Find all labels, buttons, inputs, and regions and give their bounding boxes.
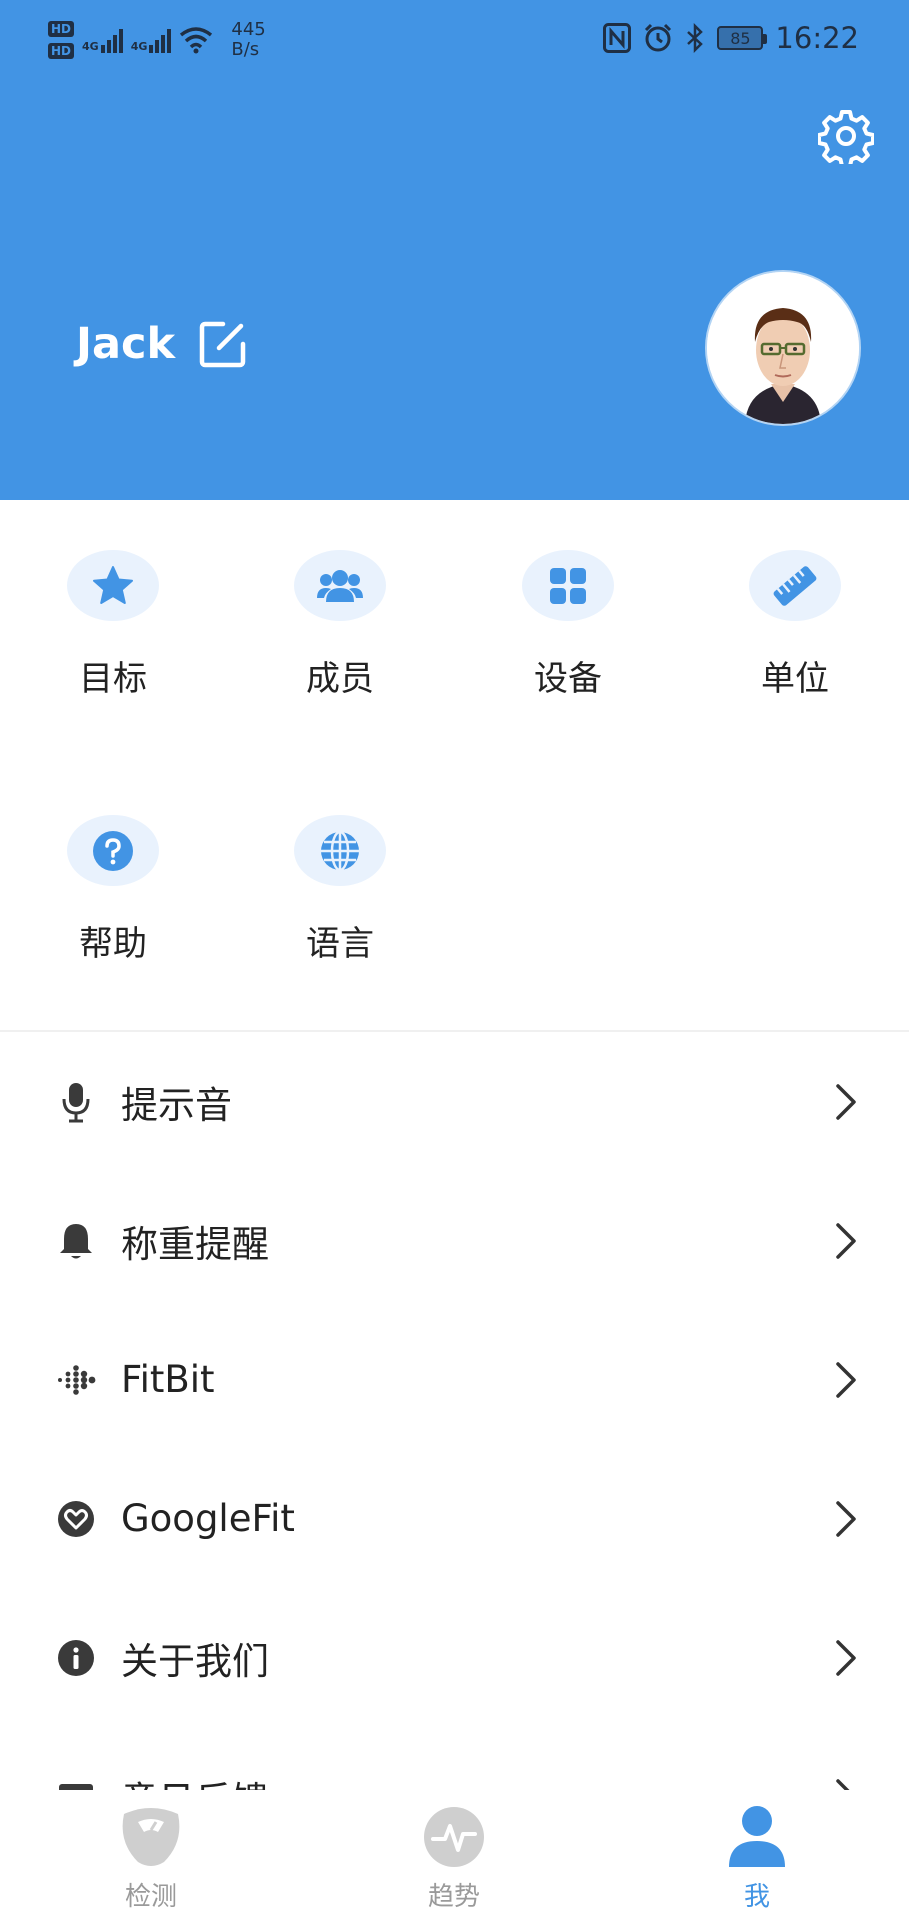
nav-label: 趋势 — [427, 1882, 480, 1912]
status-left: HD HD 4G 4G 445 B/s — [48, 12, 266, 68]
username-row[interactable]: Jack — [76, 318, 249, 370]
grid-icon-bg — [522, 550, 614, 621]
list-icon-wrap — [54, 1219, 98, 1263]
list-item-label: FitBit — [121, 1358, 215, 1401]
avatar[interactable] — [707, 272, 859, 424]
scale-icon — [122, 1808, 180, 1866]
devices-icon — [550, 567, 586, 604]
chevron-right-icon — [836, 1639, 856, 1676]
settings-gear-icon[interactable] — [818, 108, 874, 164]
list-icon-wrap — [54, 1636, 98, 1680]
list-item-feedback[interactable]: 意见反馈 — [0, 1727, 909, 1790]
list-item-fitbit[interactable]: FitBit — [0, 1310, 909, 1449]
nav-tab-detect[interactable]: 检测 — [51, 1790, 251, 1920]
hd-badge: HD — [48, 21, 75, 37]
list-icon-wrap — [54, 1497, 98, 1541]
chevron-right-icon — [836, 1361, 856, 1398]
grid-item-label: 目标 — [79, 659, 147, 699]
list-item-label: 提示音 — [121, 1083, 232, 1127]
trend-icon — [424, 1807, 484, 1867]
network-speed: 445 B/s — [231, 20, 265, 60]
grid-item-language[interactable]: 语言 — [260, 765, 420, 965]
status-bar: HD HD 4G 4G 445 B/s 85 16:22 — [0, 0, 909, 80]
nav-icon-wrap — [421, 1804, 487, 1870]
list-icon-wrap — [54, 1080, 98, 1124]
help-icon — [93, 830, 133, 871]
signal-bars-icon — [100, 27, 123, 53]
nav-label: 检测 — [124, 1882, 177, 1912]
grid-item-goal[interactable]: 目标 — [33, 500, 193, 700]
grid-item-help[interactable]: 帮助 — [33, 765, 193, 965]
feedback-icon — [59, 1783, 93, 1790]
grid-item-label: 单位 — [761, 659, 829, 699]
ruler-icon — [773, 565, 817, 606]
list-item-googlefit[interactable]: GoogleFit — [0, 1449, 909, 1588]
network-type: 4G — [130, 40, 148, 53]
settings-list: 提示音 称重提醒 FitBit GoogleFit 关于我们 — [0, 1032, 909, 1790]
username: Jack — [76, 319, 176, 369]
battery-icon: 85 — [717, 26, 768, 50]
globe-icon — [321, 830, 359, 871]
nav-icon-wrap — [724, 1804, 790, 1870]
grid-item-unit[interactable]: 单位 — [715, 500, 875, 700]
chevron-right-icon — [836, 1500, 856, 1537]
speed-unit: B/s — [231, 39, 260, 60]
grid-icon-bg — [67, 815, 159, 886]
signal-1: 4G — [82, 27, 123, 53]
chevron-right-icon — [836, 1778, 850, 1790]
list-item-weigh-reminder[interactable]: 称重提醒 — [0, 1171, 909, 1310]
grid-item-devices[interactable]: 设备 — [488, 500, 648, 700]
star-icon — [93, 565, 133, 604]
wifi-icon — [180, 27, 213, 54]
person-icon — [729, 1806, 785, 1867]
list-item-prompt-sound[interactable]: 提示音 — [0, 1032, 909, 1171]
chevron-right-icon — [836, 1222, 856, 1259]
fitbit-icon — [58, 1364, 96, 1395]
list-item-label: GoogleFit — [121, 1497, 295, 1540]
signal-bars-icon — [149, 27, 172, 53]
network-type: 4G — [82, 40, 99, 53]
nav-icon-wrap — [118, 1804, 184, 1870]
bluetooth-icon — [687, 23, 704, 53]
grid-item-members[interactable]: 成员 — [260, 500, 420, 700]
nav-label: 我 — [743, 1882, 770, 1912]
hd-badge: HD — [48, 43, 75, 59]
grid-icon-bg — [749, 550, 841, 621]
googlefit-icon — [58, 1500, 94, 1537]
grid-item-label: 帮助 — [79, 924, 147, 964]
speed-value: 445 — [231, 19, 266, 40]
nfc-icon — [603, 23, 632, 53]
grid-icon-bg — [294, 815, 386, 886]
edit-icon[interactable] — [197, 318, 249, 370]
members-icon — [317, 569, 363, 602]
clock: 16:22 — [775, 21, 859, 55]
bell-icon — [60, 1223, 92, 1258]
list-icon-wrap — [54, 1775, 98, 1790]
list-icon-wrap — [54, 1358, 98, 1402]
grid-icon-bg — [294, 550, 386, 621]
feature-grid: 目标 成员 设备 单位 帮助 语言 — [0, 500, 909, 1030]
status-right: 85 16:22 — [603, 18, 859, 58]
grid-icon-bg — [67, 550, 159, 621]
profile-header: HD HD 4G 4G 445 B/s 85 16:22 Jack — [0, 0, 909, 500]
bottom-nav: 检测 趋势 我 — [0, 1790, 909, 1920]
list-item-about-us[interactable]: 关于我们 — [0, 1588, 909, 1727]
grid-item-label: 语言 — [306, 924, 374, 964]
list-item-label: 意见反馈 — [121, 1770, 269, 1791]
alarm-icon — [645, 23, 672, 52]
chevron-right-icon — [836, 1083, 856, 1120]
nav-tab-trend[interactable]: 趋势 — [354, 1790, 554, 1920]
list-item-label: 关于我们 — [121, 1639, 269, 1683]
info-icon — [58, 1639, 94, 1676]
battery-level: 85 — [730, 28, 751, 48]
nav-tab-me[interactable]: 我 — [657, 1790, 857, 1920]
grid-item-label: 设备 — [534, 659, 602, 699]
signal-2: 4G — [131, 27, 172, 53]
list-item-label: 称重提醒 — [121, 1222, 269, 1266]
microphone-icon — [62, 1082, 90, 1122]
hd-badges: HD HD — [48, 21, 75, 59]
avatar-portrait-icon — [707, 272, 859, 424]
grid-item-label: 成员 — [306, 659, 374, 699]
